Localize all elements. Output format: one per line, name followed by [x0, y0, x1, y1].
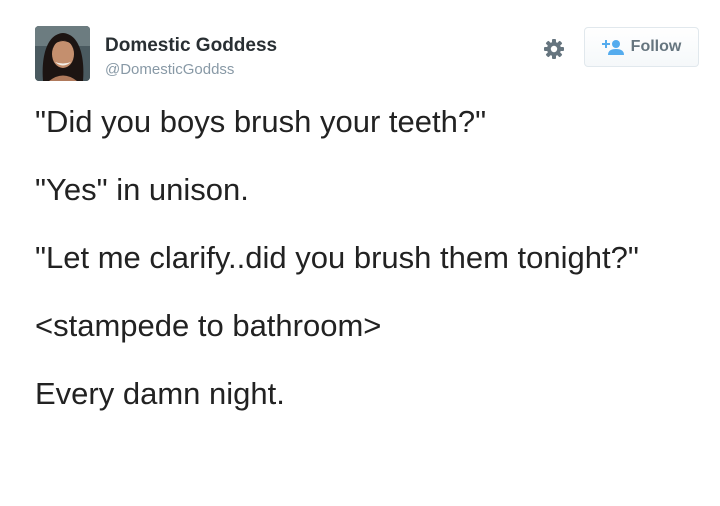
- add-user-icon: [601, 40, 624, 55]
- tweet-text: "Did you boys brush your teeth?" "Yes" i…: [35, 103, 675, 443]
- tweet-line: "Did you boys brush your teeth?": [35, 104, 487, 139]
- gear-icon[interactable]: [542, 37, 566, 61]
- tweet-line: "Let me clarify..did you brush them toni…: [35, 240, 639, 275]
- author-handle[interactable]: @DomesticGoddss: [105, 61, 234, 78]
- tweet-line: <stampede to bathroom>: [35, 308, 382, 343]
- avatar[interactable]: [35, 26, 90, 81]
- profile-photo-icon: [35, 26, 90, 81]
- tweet-line: "Yes" in unison.: [35, 172, 249, 207]
- follow-button[interactable]: Follow: [584, 27, 699, 67]
- author-name[interactable]: Domestic Goddess: [105, 35, 277, 57]
- tweet-line: Every damn night.: [35, 376, 285, 411]
- follow-label: Follow: [630, 38, 682, 55]
